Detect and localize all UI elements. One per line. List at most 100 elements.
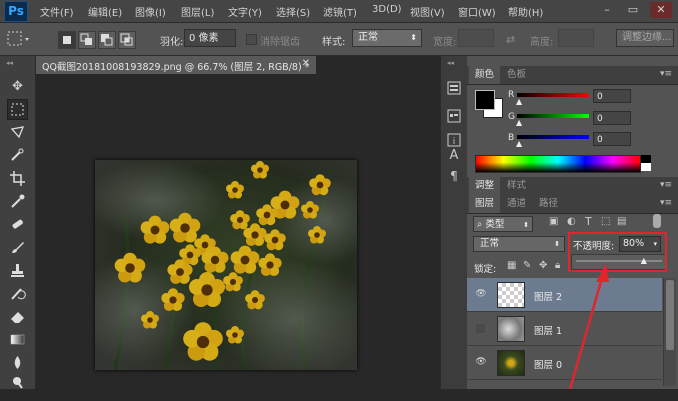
document-image[interactable] [75,160,375,380]
blue-slider[interactable] [517,135,589,139]
layer-thumbnail [497,282,525,308]
type-filter-icon[interactable]: T [585,215,592,228]
red-channel-label: R [508,90,515,100]
healing-brush-tool[interactable] [7,214,28,235]
tab-swatches[interactable]: 色板 [501,66,532,84]
document-close-icon[interactable]: ✕ [302,58,310,69]
swap-icon[interactable]: ⇄ [506,33,515,46]
move-tool[interactable]: ✥ [7,76,28,97]
red-slider-thumb[interactable]: ▲ [516,97,522,106]
quick-select-icon [11,148,24,161]
spectrum-black-swatch[interactable] [641,155,651,163]
expand-arrows-icon[interactable]: ◂◂ [447,59,454,67]
tool-preset-picker[interactable] [4,29,34,49]
character-panel-button[interactable]: A [446,148,462,164]
layers-panel-menu-icon[interactable]: ▾≡ [660,198,672,208]
feather-input[interactable]: 0 像素 [184,29,236,47]
color-panel-tabs: 颜色 色板 ▾≡ [467,66,678,85]
gradient-tool[interactable] [7,329,28,350]
lock-image-icon[interactable]: ✎ [523,260,531,271]
new-selection-button[interactable] [58,31,76,49]
red-slider[interactable] [517,93,589,97]
menu-image[interactable]: 图像(I) [135,4,166,19]
tab-adjustments[interactable]: 调整 [469,177,501,195]
eyedropper-tool[interactable] [7,191,28,212]
gradient-icon [10,334,25,345]
red-value-field[interactable]: 0 [593,89,631,103]
lasso-tool[interactable] [7,122,28,143]
restore-button[interactable]: ▭ [622,2,644,18]
menu-view[interactable]: 视图(V) [410,4,445,19]
brush-tool[interactable] [7,237,28,258]
layer-filter-value: 类型 [485,219,505,230]
layer-thumbnail [497,316,525,342]
menu-select[interactable]: 选择(S) [276,4,310,19]
menu-3d[interactable]: 3D(D) [372,4,402,15]
width-input[interactable] [458,29,494,47]
panel-menu-icon[interactable]: ▾≡ [660,69,672,79]
height-input[interactable] [558,29,594,47]
foreground-background-swatch[interactable] [473,88,507,122]
pixel-filter-icon[interactable]: ▣ [549,216,558,227]
tab-color[interactable]: 颜色 [469,66,501,84]
blend-mode-select[interactable]: 正常 ⬍ [473,236,565,252]
menu-file[interactable]: 文件(F) [40,4,74,19]
tab-layers[interactable]: 图层 [469,195,501,213]
antialias-checkbox[interactable] [246,34,257,45]
info-panel-button[interactable]: i [446,132,462,148]
document-tab[interactable]: QQ截图20181008193829.png @ 66.7% (图层 2, RG… [36,56,317,74]
visibility-toggle-off[interactable] [475,323,486,334]
eye-icon[interactable]: 👁︎ [475,357,487,367]
blue-value-field[interactable]: 0 [593,132,631,146]
blue-slider-thumb[interactable]: ▲ [516,139,522,148]
collapse-arrows-icon[interactable]: ◂◂ [6,59,13,67]
clone-stamp-tool[interactable] [7,260,28,281]
scrollbar-thumb[interactable] [666,280,674,350]
add-selection-button[interactable] [78,31,96,49]
crop-tool[interactable] [7,168,28,189]
dodge-icon [13,377,23,389]
menu-window[interactable]: 窗口(W) [458,4,496,19]
menu-layer[interactable]: 图层(L) [181,4,214,19]
minimize-button[interactable]: – [596,2,618,18]
menu-type[interactable]: 文字(Y) [228,4,262,19]
subtract-selection-button[interactable] [98,31,116,49]
spectrum-white-swatch[interactable] [641,163,651,171]
adjust-panel-menu-icon[interactable]: ▾≡ [660,180,672,190]
blur-tool[interactable] [7,352,28,373]
tab-channels[interactable]: 通道 [501,195,532,213]
smart-object-filter-icon[interactable]: ▤ [617,216,626,227]
paragraph-panel-button[interactable]: ¶ [446,168,462,184]
history-panel-button[interactable] [446,80,462,96]
layers-scrollbar[interactable] [663,278,676,386]
subtract-selection-icon [101,34,113,46]
character-icon: A [449,148,459,163]
updown-arrow-icon: ⬍ [410,33,417,42]
color-spectrum[interactable] [475,155,641,173]
tab-paths[interactable]: 路径 [533,195,564,213]
eye-icon[interactable]: 👁︎ [475,289,487,299]
eraser-tool[interactable] [7,306,28,327]
menu-edit[interactable]: 编辑(E) [88,4,122,19]
green-slider-thumb[interactable]: ▲ [516,118,522,127]
menu-filter[interactable]: 滤镜(T) [323,4,357,19]
green-slider[interactable] [517,114,589,118]
menu-help[interactable]: 帮助(H) [508,4,543,19]
style-select[interactable]: 正常 ⬍ [352,29,422,47]
tab-styles[interactable]: 样式 [501,177,532,195]
adjustment-filter-icon[interactable]: ◐ [567,216,576,227]
green-value-field[interactable]: 0 [593,111,631,125]
filter-toggle[interactable] [653,214,661,228]
refine-edge-button[interactable]: 调整边缘... [616,29,674,47]
dodge-tool[interactable] [7,373,28,394]
lock-transparent-icon[interactable]: ▦ [507,260,516,271]
close-button[interactable]: ✕ [650,2,672,18]
history-brush-tool[interactable] [7,283,28,304]
marquee-tool[interactable] [7,99,28,120]
shape-filter-icon[interactable]: ⬚ [601,216,610,227]
intersect-selection-button[interactable] [118,31,136,49]
quick-select-tool[interactable] [7,145,28,166]
properties-panel-button[interactable] [446,108,462,124]
layer-filter-select[interactable]: ⌕ 类型 ⬍ [473,216,533,232]
foreground-color[interactable] [475,90,495,110]
